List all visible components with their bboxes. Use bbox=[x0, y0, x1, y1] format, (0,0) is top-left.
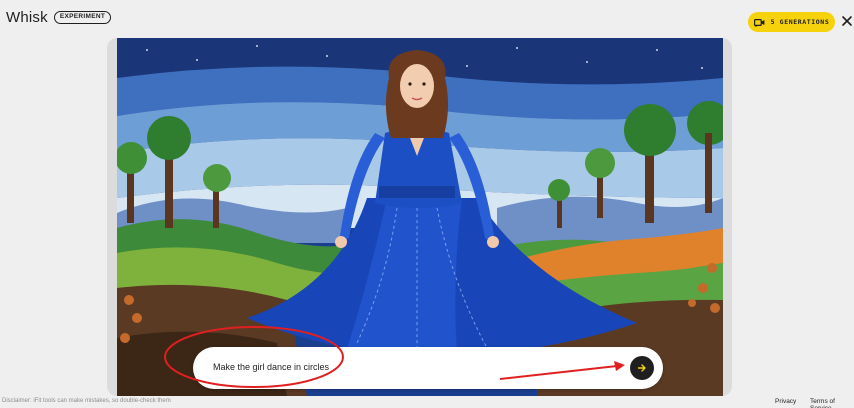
video-camera-icon bbox=[753, 18, 765, 27]
generations-label: 5 GENERATIONS bbox=[770, 18, 830, 26]
send-button[interactable] bbox=[630, 356, 654, 380]
terms-link[interactable]: Terms of Service bbox=[810, 398, 854, 408]
brand: Whisk EXPERIMENT bbox=[6, 9, 112, 26]
experiment-badge: EXPERIMENT bbox=[53, 11, 112, 24]
disclaimer-text: Disclaimer: iFit tools can make mistakes… bbox=[2, 398, 171, 404]
generations-button[interactable]: 5 GENERATIONS bbox=[748, 12, 835, 32]
arrow-right-icon bbox=[637, 364, 646, 372]
privacy-link[interactable]: Privacy bbox=[775, 398, 796, 405]
top-bar: Whisk EXPERIMENT 5 GENERATIONS bbox=[0, 0, 854, 40]
prompt-input[interactable]: Make the girl dance in circles bbox=[193, 347, 663, 389]
app-name[interactable]: Whisk bbox=[6, 9, 48, 26]
prompt-text[interactable]: Make the girl dance in circles bbox=[213, 362, 329, 372]
generated-image bbox=[117, 38, 723, 396]
close-icon[interactable] bbox=[840, 14, 854, 28]
